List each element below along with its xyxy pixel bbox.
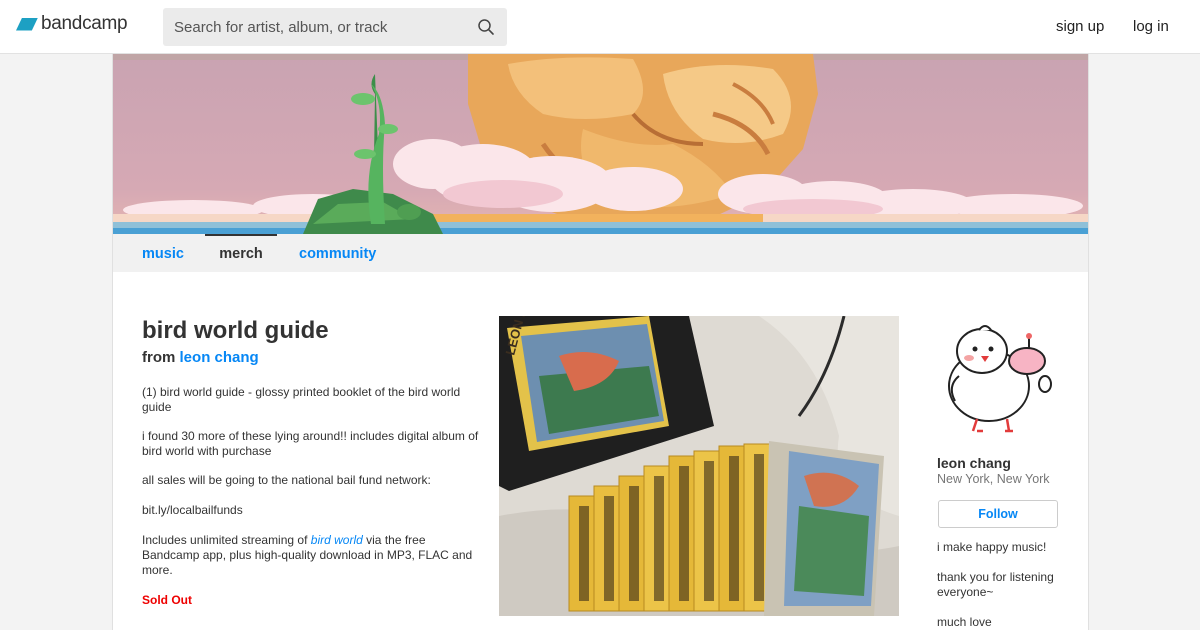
bandcamp-logo-icon (16, 17, 38, 31)
product-photo-art: LEON BIRD WORLD (499, 316, 899, 616)
logo-text: bandcamp (41, 13, 128, 34)
search-box (163, 8, 507, 46)
follow-button[interactable]: Follow (938, 500, 1058, 528)
bio-line: i make happy music! (937, 540, 1047, 554)
artist-link[interactable]: leon chang (180, 349, 259, 366)
item-byline: from leon chang (142, 349, 259, 366)
streaming-prefix: Includes unlimited streaming of (142, 533, 308, 547)
top-bar: bandcamp sign up log in (0, 0, 1200, 54)
item-title: bird world guide (142, 317, 329, 344)
artist-page: music merch community bird world guide f… (112, 54, 1089, 630)
artist-location: New York, New York (937, 472, 1050, 486)
artist-avatar[interactable] (937, 316, 1057, 436)
product-photo[interactable]: LEON BIRD WORLD (499, 316, 899, 616)
search-input[interactable] (163, 8, 473, 46)
sign-up-link[interactable]: sign up (1056, 18, 1104, 35)
description-line: all sales will be going to the national … (142, 473, 431, 487)
sold-out-status: Sold Out (142, 593, 192, 607)
tab-merch[interactable]: merch (205, 234, 277, 272)
artist-banner (113, 54, 1088, 234)
from-label: from (142, 349, 176, 366)
banner-artwork (113, 54, 1088, 234)
streaming-note: Includes unlimited streaming of bird wor… (142, 533, 482, 578)
album-link[interactable]: bird world (311, 533, 363, 547)
tab-music[interactable]: music (142, 234, 184, 272)
bio-line: much love (937, 615, 992, 629)
bio-line: thank you for listening everyone~ (937, 570, 1054, 599)
description-line: i found 30 more of these lying around!! … (142, 429, 479, 458)
description-line: bit.ly/localbailfunds (142, 503, 243, 517)
bird-avatar-art (937, 316, 1057, 436)
sidebar-artist-name[interactable]: leon chang (937, 455, 1011, 471)
description-line: (1) bird world guide - glossy printed bo… (142, 385, 461, 414)
log-in-link[interactable]: log in (1133, 18, 1169, 35)
search-icon[interactable] (477, 18, 495, 36)
artist-nav: music merch community (113, 234, 1088, 272)
bandcamp-logo[interactable]: bandcamp (16, 12, 128, 36)
tab-community[interactable]: community (299, 234, 376, 272)
